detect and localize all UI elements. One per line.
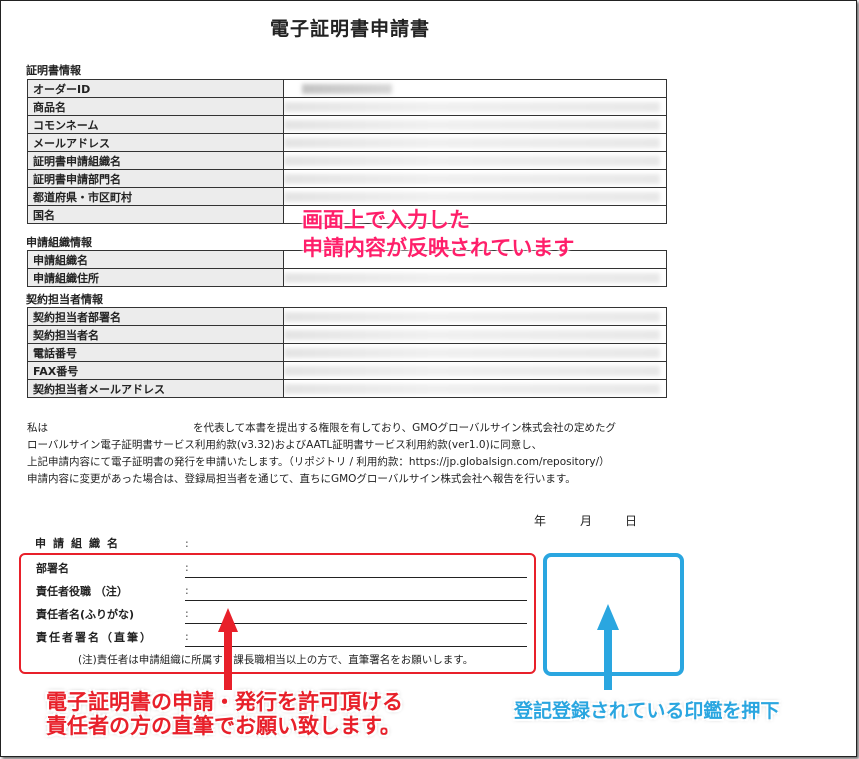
table-row: コモンネーム: [27, 115, 667, 134]
row-label: コモンネーム: [27, 115, 284, 134]
row-label: メールアドレス: [27, 133, 284, 152]
row-value: [283, 97, 667, 116]
date-month: 月: [580, 514, 593, 528]
callout-stamp: 登記登録されている印鑑を押下: [514, 700, 780, 722]
row-label: FAX番号: [27, 361, 284, 380]
colon: :: [185, 607, 189, 620]
signature-org-name-label: 申請組織名: [35, 537, 125, 550]
signature-position-label: 責任者役職 （注）: [36, 585, 128, 598]
signature-dept-line: [185, 577, 527, 578]
row-value: [283, 307, 667, 326]
row-label: 商品名: [27, 97, 284, 116]
row-label: 証明書申請組織名: [27, 151, 284, 170]
callout-sign-line1: 電子証明書の申請・発行を許可頂ける: [46, 690, 403, 714]
row-label: 契約担当者メールアドレス: [27, 379, 284, 398]
consent-statement: 私は を代表して本書を提出する権限を有しており、GMOグローバルサイン株式会社の定…: [27, 420, 697, 488]
row-label: 都道府県・市区町村: [27, 187, 284, 206]
signature-dept-label: 部署名: [36, 562, 69, 575]
row-label: 申請組織名: [27, 250, 284, 269]
row-value: [283, 133, 667, 152]
signature-position-line: [185, 600, 527, 601]
colon: :: [185, 561, 189, 574]
statement-line4: 申請内容に変更があった場合は、登録局担当者を通じて、直ちにGMOグローバルサイン…: [27, 473, 576, 485]
table-row: 申請組織住所: [27, 268, 667, 287]
section-contact-info: 契約担当者情報: [26, 293, 103, 306]
row-value: [283, 115, 667, 134]
row-value: [283, 187, 667, 206]
table-row: 証明書申請部門名: [27, 169, 667, 188]
up-arrow-red-icon: [218, 608, 238, 690]
section-cert-info: 証明書情報: [26, 64, 81, 77]
callout-reflect-line1: 画面上で入力した: [302, 208, 470, 232]
table-row: メールアドレス: [27, 133, 667, 152]
colon: :: [185, 584, 189, 597]
row-label: 証明書申請部門名: [27, 169, 284, 188]
callout-sign: 電子証明書の申請・発行を許可頂ける 責任者の方の直筆でお願い致します。: [46, 690, 403, 738]
table-row: 証明書申請組織名: [27, 151, 667, 170]
row-value: [283, 379, 667, 398]
section-org-info: 申請組織情報: [26, 236, 92, 249]
table-row: 契約担当者メールアドレス: [27, 379, 667, 398]
table-row: 電話番号: [27, 343, 667, 362]
callout-reflect-line2: 申請内容が反映されています: [302, 236, 575, 260]
colon: :: [185, 537, 189, 550]
up-arrow-blue-icon: [597, 604, 619, 690]
signature-note: (注)責任者は申請組織に所属する課長職相当以上の方で、直筆署名をお願いします。: [78, 654, 474, 666]
contact-info-table: 契約担当者部署名 契約担当者名 電話番号 FAX番号 契約担当者メールアドレス: [27, 307, 667, 398]
table-row: オーダーID: [27, 79, 667, 98]
row-label: オーダーID: [27, 79, 284, 98]
callout-reflect: 画面上で入力した 申請内容が反映されています: [302, 206, 574, 262]
table-row: 契約担当者名: [27, 325, 667, 344]
row-value: [283, 79, 667, 98]
row-label: 契約担当者名: [27, 325, 284, 344]
row-value: [283, 361, 667, 380]
statement-line3: 上記申請内容にて電子証明書の発行を申請いたします。（リポジトリ / 利用約款：h…: [27, 456, 610, 468]
row-value: [283, 151, 667, 170]
row-label: 国名: [27, 205, 284, 224]
signature-handwritten-label: 責任者署名（直筆）: [36, 631, 153, 644]
row-value: [283, 343, 667, 362]
row-value: [283, 325, 667, 344]
date-year: 年: [534, 514, 547, 528]
colon: :: [185, 630, 189, 643]
date-day: 日: [625, 514, 638, 528]
table-row: 都道府県・市区町村: [27, 187, 667, 206]
row-label: 電話番号: [27, 343, 284, 362]
statement-line2: ローバルサイン電子証明書サービス利用約款(v3.32)およびAATL証明書サービ…: [27, 439, 543, 451]
row-label: 契約担当者部署名: [27, 307, 284, 326]
signature-kana-label: 責任者名(ふりがな): [36, 608, 135, 621]
table-row: 商品名: [27, 97, 667, 116]
row-label: 申請組織住所: [27, 268, 284, 287]
statement-line1-a: 私は: [27, 422, 48, 434]
callout-sign-line2: 責任者の方の直筆でお願い致します。: [46, 714, 401, 738]
table-row: 契約担当者部署名: [27, 307, 667, 326]
row-value: [283, 169, 667, 188]
statement-line1-b: を代表して本書を提出する権限を有しており、GMOグローバルサイン株式会社の定めた…: [193, 422, 616, 434]
document-title: 電子証明書申請書: [269, 18, 430, 40]
table-row: FAX番号: [27, 361, 667, 380]
row-value: [283, 268, 667, 287]
cert-info-table: オーダーID 商品名 コモンネーム メールアドレス 証明書申請組織名 証明書申請…: [27, 79, 667, 224]
